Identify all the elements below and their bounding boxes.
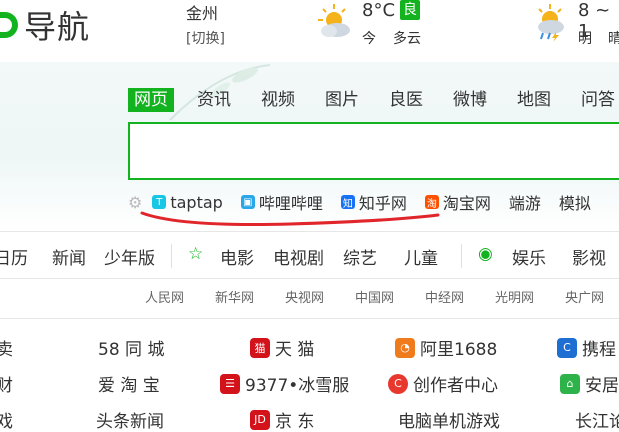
hot-link-label: 淘宝网 <box>442 194 491 213</box>
site-link-label: 携程 <box>582 340 616 360</box>
category-film[interactable]: 影视 <box>572 244 606 269</box>
city-switch-link[interactable]: [切换] <box>186 28 225 48</box>
tab-map[interactable]: 地图 <box>510 88 558 112</box>
category-children[interactable]: 儿童 <box>404 244 438 269</box>
site-link[interactable]: 戏 <box>0 407 13 432</box>
tab-news[interactable]: 资讯 <box>190 88 238 112</box>
site-link[interactable]: 卖 <box>0 335 13 360</box>
site-link-label: 阿里1688 <box>420 340 498 360</box>
category-divider <box>171 244 172 268</box>
site-link-label: 天 猫 <box>275 340 315 360</box>
site-link-label: 创作者中心 <box>413 376 498 396</box>
news-site-link[interactable]: 新华网 <box>215 287 254 306</box>
air-quality-badge[interactable]: 良 <box>400 0 420 20</box>
site-link-anjuke[interactable]: ⌂ 安居 <box>560 371 619 396</box>
category-variety[interactable]: 综艺 <box>343 244 377 269</box>
logo-text: 导航 <box>24 8 91 46</box>
tab-images[interactable]: 图片 <box>318 88 366 112</box>
site-link-creator[interactable]: C 创作者中心 <box>388 371 498 396</box>
creator-icon: C <box>388 373 408 394</box>
category-movies[interactable]: 电影 <box>220 244 254 269</box>
search-input[interactable] <box>128 122 619 180</box>
house-icon: ⌂ <box>560 373 580 394</box>
site-link-label: 安居 <box>585 376 619 396</box>
star-icon: ☆ <box>188 244 204 264</box>
category-divider <box>461 244 462 268</box>
red-underline-annotation <box>140 211 440 227</box>
news-site-link[interactable]: 中经网 <box>425 287 464 306</box>
tab-video[interactable]: 视频 <box>254 88 302 112</box>
top-header: 导航 金州 [切换] 8°C 良 今 多云 8 ~ 1 明 晴 <box>0 0 619 63</box>
tomorrow-label: 明 <box>578 31 592 47</box>
site-link-tmall[interactable]: 猫 天 猫 <box>250 335 314 360</box>
site-link-ctrip[interactable]: C 携程 <box>557 335 616 360</box>
site-link-9377[interactable]: ☰ 9377•冰雪服 <box>220 371 349 396</box>
site-link-1688[interactable]: ◔ 阿里1688 <box>395 335 497 360</box>
game-9377-icon: ☰ <box>220 373 240 394</box>
site-link[interactable]: 电脑单机游戏 <box>398 407 500 432</box>
city-name: 金州 <box>186 4 219 23</box>
tab-web[interactable]: 网页 <box>128 88 174 112</box>
news-site-link[interactable]: 中国网 <box>355 287 394 306</box>
site-link[interactable]: 长江论 <box>575 407 619 432</box>
category-tv[interactable]: 电视剧 <box>273 244 324 269</box>
site-link[interactable]: 爱 淘 宝 <box>98 371 160 396</box>
site-link-label: 9377•冰雪服 <box>245 376 350 396</box>
news-site-link[interactable]: 央广网 <box>565 287 604 306</box>
news-sites-row: 人民网 新华网 央视网 中国网 中经网 光明网 央广网 <box>0 287 619 311</box>
logo-mark <box>0 12 18 38</box>
category-entertainment[interactable]: 娱乐 <box>512 244 546 269</box>
site-link[interactable]: 58 同 城 <box>98 335 164 360</box>
hot-link-simulator[interactable]: 模拟 <box>559 190 591 214</box>
category-nav: 日历 新闻 少年版 ☆ 电影 电视剧 综艺 儿童 ◉ 娱乐 影视 <box>0 231 619 279</box>
news-site-link[interactable]: 人民网 <box>145 287 184 306</box>
site-link-label: 京 东 <box>275 412 315 432</box>
category-news[interactable]: 新闻 <box>52 244 86 269</box>
jd-icon: JD <box>250 409 270 430</box>
today-label: 今 <box>362 31 376 47</box>
category-kids-edition[interactable]: 少年版 <box>104 244 155 269</box>
hot-link-pcgames[interactable]: 端游 <box>509 190 541 214</box>
sun-cloud-icon <box>318 4 350 37</box>
category-calendar[interactable]: 日历 <box>0 244 28 269</box>
hot-link-label: 模拟 <box>558 194 591 213</box>
search-tabs: 网页 资讯 视频 图片 良医 微博 地图 问答 <box>128 88 619 112</box>
news-site-link[interactable]: 光明网 <box>495 287 534 306</box>
today-condition: 多云 <box>393 31 421 47</box>
site-link-jd[interactable]: JD 京 东 <box>250 407 314 432</box>
news-site-link[interactable]: 央视网 <box>285 287 324 306</box>
site-links-grid: 卖 58 同 城 猫 天 猫 ◔ 阿里1688 C 携程 财 爱 淘 宝 ☰ 9… <box>0 318 619 432</box>
today-temperature: 8°C <box>362 0 396 21</box>
ctrip-icon: C <box>557 337 577 358</box>
hot-link-label: 端游 <box>508 194 541 213</box>
tomorrow-condition: 晴 <box>608 31 619 47</box>
game-controller-icon: ◉ <box>478 244 493 264</box>
tmall-icon: 猫 <box>250 337 270 358</box>
site-logo[interactable]: 导航 <box>0 2 90 48</box>
alibaba-icon: ◔ <box>395 337 415 358</box>
sun-rain-icon <box>538 4 564 42</box>
tab-doctor[interactable]: 良医 <box>382 88 430 112</box>
site-link[interactable]: 财 <box>0 371 13 396</box>
site-link[interactable]: 头条新闻 <box>96 407 164 432</box>
tab-qa[interactable]: 问答 <box>574 88 619 112</box>
tab-weibo[interactable]: 微博 <box>446 88 494 112</box>
